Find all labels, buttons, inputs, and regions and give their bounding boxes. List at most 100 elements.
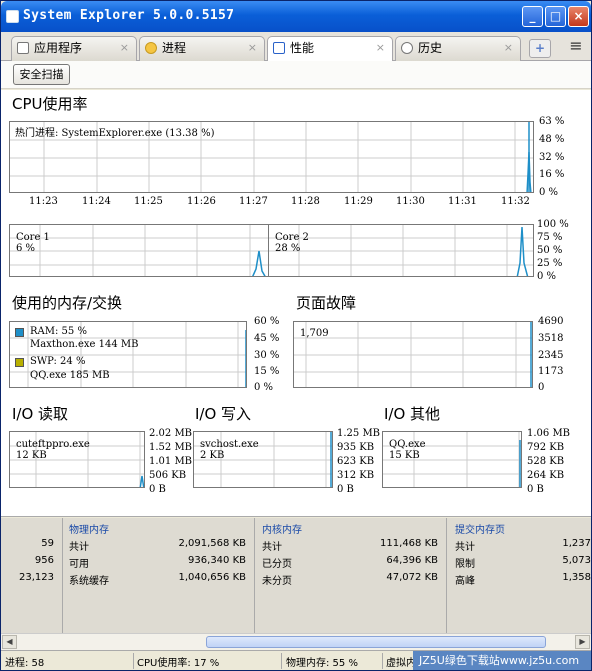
cpu-x-tick: 11:25 (134, 196, 163, 207)
cpu-x-tick: 11:30 (396, 196, 425, 207)
io-other-y-tick: 0 B (527, 484, 544, 495)
kernel-total-value: 111,468 KB (380, 538, 438, 549)
handles-value: 59 (41, 538, 54, 549)
status-physical-memory: 物理内存: 55 % (286, 658, 358, 669)
handles-count: 23,123 (19, 572, 54, 583)
minimize-button[interactable]: _ (522, 6, 543, 27)
ram-swatch (15, 328, 24, 337)
cpu-y-tick: 32 % (539, 152, 565, 163)
threads-value: 956 (34, 555, 54, 566)
commit-memory-column: 提交内存页 共计 1,237 限制 5,073 高峰 1,358 (447, 518, 591, 633)
ram-top-process: Maxthon.exe 144 MB (30, 339, 139, 350)
cpu-y-tick: 63 % (539, 116, 565, 127)
add-tab-button[interactable]: + (529, 39, 551, 58)
io-write-y-tick: 312 KB (337, 470, 375, 481)
status-processes: 进程: 58 (5, 658, 45, 669)
commit-limit-label: 限制 (455, 559, 475, 570)
maximize-button[interactable]: □ (545, 6, 566, 27)
phys-total-label: 共计 (69, 542, 89, 553)
scroll-right-icon[interactable]: ▶ (575, 635, 590, 649)
core-y-tick: 0 % (537, 271, 557, 282)
tab-label: 历史 (418, 41, 443, 55)
io-write-y-tick: 935 KB (337, 442, 375, 453)
memory-info-panel: 59 956 23,123 物理内存 共计 2,091,568 KB 可用 93… (1, 518, 591, 633)
memory-y-tick: 30 % (254, 350, 280, 361)
kernel-nonpaged-label: 未分页 (262, 576, 292, 587)
ram-value: RAM: 55 % (30, 326, 87, 337)
pagefault-value: 1,709 (300, 328, 329, 339)
main-window: System Explorer 5.0.0.5157 _ □ × 应用程序 × … (0, 0, 592, 671)
pagefault-y-tick: 0 (538, 382, 545, 393)
status-cpu: CPU使用率: 17 % (137, 658, 220, 669)
core-y-tick: 100 % (537, 219, 569, 230)
tab-applications[interactable]: 应用程序 × (11, 36, 137, 61)
cpu-y-tick: 0 % (539, 187, 559, 198)
core2-value: 28 % (275, 243, 301, 254)
io-read-y-tick: 506 KB (149, 470, 187, 481)
watermark: JZ5U绿色下载站www.jz5u.com (413, 651, 591, 670)
performance-panel: CPU使用率 热门进程: SystemExplorer.exe (13.38 %… (1, 90, 591, 517)
apps-icon (17, 42, 29, 54)
io-other-y-tick: 264 KB (527, 470, 565, 481)
io-write-value: 2 KB (200, 450, 225, 461)
security-scan-button[interactable]: 安全扫描 (13, 64, 70, 85)
swp-swatch (15, 358, 24, 367)
cpu-hot-process: 热门进程: SystemExplorer.exe (13.38 %) (15, 128, 215, 139)
io-read-y-tick: 2.02 MB (149, 428, 193, 439)
memory-graph: RAM: 55 % Maxthon.exe 144 MB SWP: 24 % Q… (9, 321, 247, 388)
cpu-x-tick: 11:26 (187, 196, 216, 207)
horizontal-scrollbar[interactable]: ◀ ▶ (1, 633, 591, 650)
tab-close-icon[interactable]: × (248, 37, 257, 59)
cpu-y-tick: 48 % (539, 134, 565, 145)
memory-y-tick: 15 % (254, 366, 280, 377)
pagefault-y-tick: 1173 (538, 366, 564, 377)
core-y-tick: 75 % (537, 232, 563, 243)
io-other-graph: QQ.exe 15 KB (382, 431, 522, 488)
scroll-left-icon[interactable]: ◀ (2, 635, 17, 649)
status-divider (133, 653, 134, 669)
chart-icon (273, 42, 285, 54)
io-write-graph: svchost.exe 2 KB (193, 431, 333, 488)
commit-peak-value: 1,358 (562, 572, 591, 583)
io-read-y-tick: 1.52 MB (149, 442, 193, 453)
io-other-y-tick: 792 KB (527, 442, 565, 453)
pagefault-y-tick: 4690 (538, 316, 564, 327)
tab-processes[interactable]: 进程 × (139, 36, 265, 61)
phys-cache-value: 1,040,656 KB (178, 572, 247, 583)
tab-close-icon[interactable]: × (376, 37, 385, 59)
physical-memory-column: 物理内存 共计 2,091,568 KB 可用 936,340 KB 系统缓存 … (63, 518, 255, 633)
phys-cache-label: 系统缓存 (69, 576, 109, 587)
phys-available-label: 可用 (69, 559, 89, 570)
cpu-x-tick: 11:29 (344, 196, 373, 207)
pagefault-y-tick: 3518 (538, 333, 564, 344)
kernel-memory-title: 内核内存 (262, 525, 302, 536)
io-other-y-tick: 1.06 MB (527, 428, 571, 439)
tab-bar: 应用程序 × 进程 × 性能 × 历史 × (1, 32, 591, 62)
status-divider (281, 653, 282, 669)
tab-performance[interactable]: 性能 × (267, 36, 393, 62)
phys-total-value: 2,091,568 KB (178, 538, 247, 549)
cpu-x-tick: 11:31 (448, 196, 477, 207)
close-button[interactable]: × (568, 6, 589, 27)
cpu-graph: 热门进程: SystemExplorer.exe (13.38 %) (9, 121, 534, 193)
toolbar: 安全扫描 (1, 61, 591, 89)
tab-history[interactable]: 历史 × (395, 36, 521, 61)
tab-close-icon[interactable]: × (504, 37, 513, 59)
io-other-y-tick: 528 KB (527, 456, 565, 467)
tab-close-icon[interactable]: × (120, 37, 129, 59)
cpu-x-tick: 11:28 (291, 196, 320, 207)
pagefault-graph-canvas (294, 322, 532, 387)
core1-graph: Core 1 6 % (9, 224, 269, 277)
menu-icon[interactable]: ≡ (567, 38, 585, 55)
title-bar[interactable]: System Explorer 5.0.0.5157 _ □ × (1, 1, 591, 32)
swp-top-process: QQ.exe 185 MB (30, 370, 110, 381)
cpu-title: CPU使用率 (12, 95, 88, 113)
io-read-value: 12 KB (16, 450, 47, 461)
commit-peak-label: 高峰 (455, 576, 475, 587)
io-write-y-tick: 0 B (337, 484, 354, 495)
io-read-y-tick: 1.01 MB (149, 456, 193, 467)
tab-label: 进程 (162, 41, 187, 55)
pagefault-graph: 1,709 (293, 321, 533, 388)
scrollbar-thumb[interactable] (206, 636, 546, 648)
io-read-y-tick: 0 B (149, 484, 166, 495)
